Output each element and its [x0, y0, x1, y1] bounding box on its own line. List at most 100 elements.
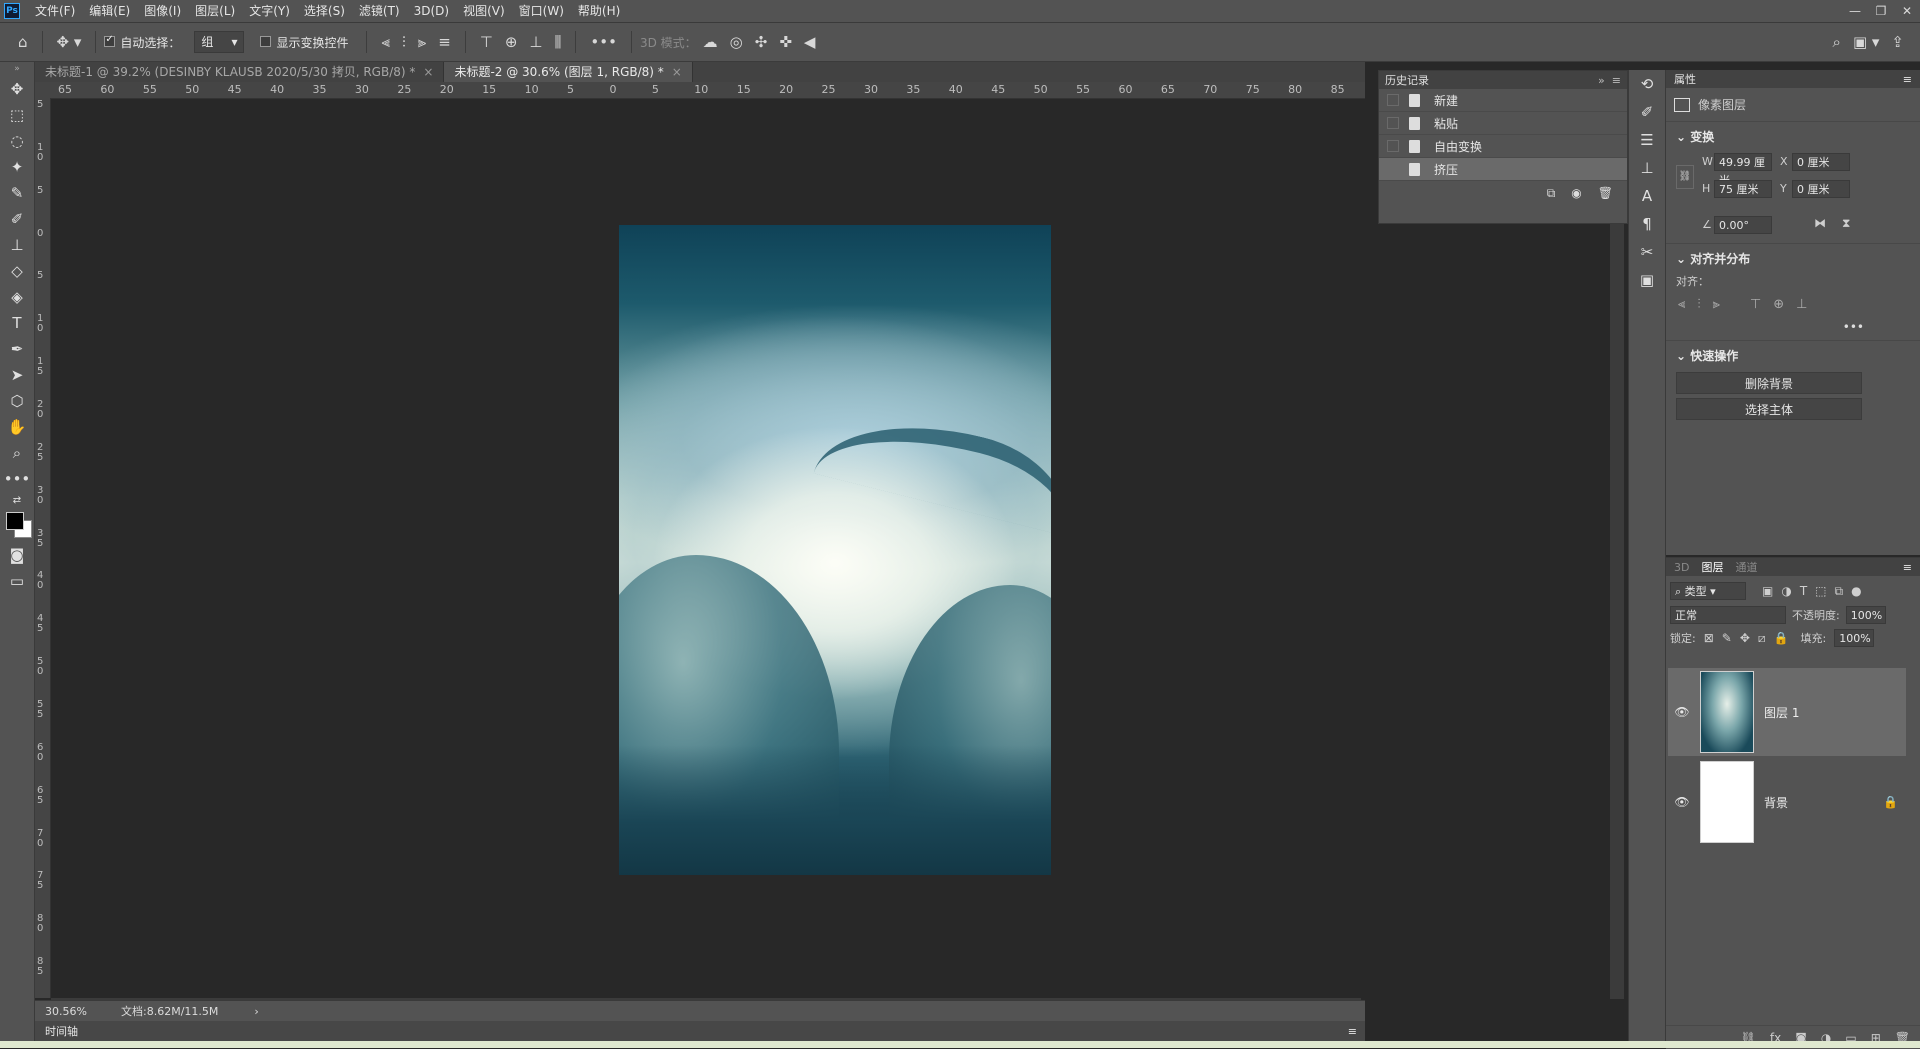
fill-field[interactable]: 100% — [1834, 629, 1875, 647]
3d-slide-icon[interactable]: ✜ — [773, 33, 798, 51]
zoom-tool-icon[interactable]: ⌕ — [0, 440, 34, 466]
align-right-icon[interactable]: ⫸ — [412, 33, 432, 51]
shape-tool-icon[interactable]: ⬡ — [0, 388, 34, 414]
panel-menu-icon[interactable]: ≡ — [1903, 73, 1912, 86]
align-center-icon[interactable]: ⫶ — [396, 33, 412, 51]
quick-mask-icon[interactable]: ◙ — [0, 542, 34, 568]
eraser-tool-icon[interactable]: ◇ — [0, 258, 34, 284]
history-snapshot-checkbox[interactable] — [1387, 140, 1399, 152]
vertical-ruler[interactable]: 5 10 5 0 5 10 15 20 25 30 35 40 45 50 55 60 65 70 75 80 85 — [35, 98, 51, 998]
screen-mode-icon[interactable]: ▭ — [0, 568, 34, 594]
visibility-eye-icon[interactable]: 👁 — [1674, 795, 1690, 809]
clone-source-icon[interactable]: ⊥ — [1629, 154, 1665, 182]
visibility-eye-icon[interactable]: 👁 — [1674, 705, 1690, 719]
foreground-color-swatch[interactable] — [6, 512, 24, 530]
panel-menu-icon[interactable]: ≡ — [1903, 561, 1912, 574]
lasso-tool-icon[interactable]: ◌ — [0, 128, 34, 154]
tab-3d[interactable]: 3D — [1674, 561, 1689, 574]
collapse-tools-icon[interactable]: » — [0, 62, 34, 76]
close-tab-icon[interactable]: × — [672, 65, 682, 79]
flip-vertical-icon[interactable]: ⧗ — [1842, 216, 1850, 231]
align-right-edges-icon[interactable]: ⫸ — [1713, 297, 1720, 312]
layer-name[interactable]: 图层 1 — [1764, 704, 1799, 721]
timeline-label[interactable]: 时间轴 — [45, 1023, 78, 1039]
more-options-icon[interactable]: ••• — [584, 33, 623, 51]
path-selection-tool-icon[interactable]: ➤ — [0, 362, 34, 388]
close-tab-icon[interactable]: × — [423, 65, 433, 79]
show-transform-checkbox[interactable] — [260, 35, 276, 49]
brush-settings-icon[interactable]: ✐ — [1629, 98, 1665, 126]
minimize-icon[interactable]: — — [1842, 4, 1868, 18]
zoom-level[interactable]: 30.56% — [45, 1005, 115, 1018]
transform-section-header[interactable]: ⌄ 变换 — [1666, 122, 1920, 151]
checkbox-unchecked-icon[interactable] — [260, 36, 272, 47]
menu-help[interactable]: 帮助(H) — [571, 0, 627, 22]
tab-document-1[interactable]: 未标题-1 @ 39.2% (DESINBY KLAUSB 2020/5/30 … — [35, 62, 445, 82]
type-tool-icon[interactable]: T — [0, 310, 34, 336]
properties-title[interactable]: 属性 — [1674, 71, 1696, 87]
distribute-vertical-icon[interactable]: ⫼ — [549, 33, 568, 51]
layer-thumbnail[interactable] — [1700, 761, 1754, 843]
tool-presets-icon[interactable]: ✂ — [1629, 238, 1665, 266]
panel-menu-icon[interactable]: ≡ — [1348, 1025, 1357, 1038]
filter-adjustment-icon[interactable]: ◑ — [1781, 584, 1791, 598]
menu-type[interactable]: 文字(Y) — [242, 0, 297, 22]
checkbox-checked-icon[interactable] — [104, 34, 116, 47]
adjustments-icon[interactable]: ☰ — [1629, 126, 1665, 154]
home-icon[interactable]: ⌂ — [12, 33, 34, 51]
lock-all-icon[interactable]: 🔒 — [1774, 631, 1789, 645]
lock-transparent-icon[interactable]: ⊠ — [1704, 631, 1714, 645]
workspace-icon[interactable]: ▣ ▾ — [1847, 33, 1885, 51]
swap-colors-icon[interactable]: ⇄ — [0, 492, 34, 508]
width-field[interactable]: 49.99 厘米 — [1714, 153, 1772, 187]
rotation-angle-field[interactable]: 0.00° — [1714, 216, 1772, 234]
menu-view[interactable]: 视图(V) — [456, 0, 512, 22]
align-section-header[interactable]: ⌄ 对齐并分布 — [1666, 244, 1920, 273]
menu-window[interactable]: 窗口(W) — [512, 0, 571, 22]
paint-bucket-tool-icon[interactable]: ◈ — [0, 284, 34, 310]
align-left-icon[interactable]: ⫷ — [375, 33, 395, 51]
quick-actions-header[interactable]: ⌄ 快速操作 — [1666, 341, 1920, 370]
filter-type-icon[interactable]: T — [1800, 584, 1807, 598]
y-position-field[interactable]: 0 厘米 — [1792, 180, 1850, 198]
snapshot-camera-icon[interactable]: ◉ — [1571, 186, 1581, 201]
opacity-field[interactable]: 100% — [1845, 606, 1886, 624]
align-horizontal-centers-icon[interactable]: ⫶ — [1697, 297, 1700, 312]
history-title[interactable]: 历史记录 — [1385, 72, 1429, 88]
align-vertical-centers-icon[interactable]: ⊕ — [1773, 297, 1784, 312]
tab-channels[interactable]: 通道 — [1735, 559, 1757, 575]
layer-lock-icon[interactable]: 🔒 — [1883, 795, 1898, 809]
layer-name[interactable]: 背景 — [1764, 794, 1788, 811]
stamp-tool-icon[interactable]: ⊥ — [0, 232, 34, 258]
share-icon[interactable]: ⇪ — [1885, 33, 1910, 51]
character-panel-icon[interactable]: A — [1629, 182, 1665, 210]
x-position-field[interactable]: 0 厘米 — [1792, 153, 1850, 171]
blend-mode-dropdown[interactable]: 正常 — [1670, 606, 1786, 624]
3d-camera-icon[interactable]: ◀ — [798, 33, 822, 51]
filter-smart-object-icon[interactable]: ⧉ — [1835, 584, 1844, 599]
eyedropper-tool-icon[interactable]: ✎ — [0, 180, 34, 206]
tab-layers[interactable]: 图层 — [1701, 559, 1723, 575]
height-field[interactable]: 75 厘米 — [1714, 180, 1772, 198]
move-tool-preset-icon[interactable]: ✥ ▾ — [51, 33, 88, 51]
menu-image[interactable]: 图像(I) — [137, 0, 188, 22]
restore-icon[interactable]: ❐ — [1868, 4, 1894, 18]
hand-tool-icon[interactable]: ✋ — [0, 414, 34, 440]
filter-toggle-icon[interactable]: ● — [1851, 584, 1861, 598]
history-item[interactable]: 粘贴 — [1379, 112, 1627, 135]
align-bottom-edges-icon[interactable]: ⊥ — [1796, 297, 1807, 312]
marquee-tool-icon[interactable]: ⬚ — [0, 102, 34, 128]
libraries-icon[interactable]: ▣ — [1629, 266, 1665, 294]
tab-document-2[interactable]: 未标题-2 @ 30.6% (图层 1, RGB/8) * × — [444, 62, 693, 82]
close-icon[interactable]: ✕ — [1894, 4, 1920, 18]
menu-file[interactable]: 文件(F) — [28, 0, 82, 22]
auto-select-checkbox[interactable] — [104, 34, 120, 49]
layer-row-selected[interactable]: 👁 图层 1 — [1668, 668, 1906, 756]
new-document-from-state-icon[interactable]: ⧉ — [1547, 186, 1556, 201]
paragraph-panel-icon[interactable]: ¶ — [1629, 210, 1665, 238]
move-tool-icon[interactable]: ✥ — [0, 76, 34, 102]
photoshop-logo-icon[interactable]: Ps — [4, 3, 20, 19]
3d-roll-icon[interactable]: ◎ — [724, 33, 749, 51]
edit-toolbar-icon[interactable]: ••• — [0, 466, 34, 492]
lock-artboard-icon[interactable]: ⧄ — [1758, 631, 1766, 646]
